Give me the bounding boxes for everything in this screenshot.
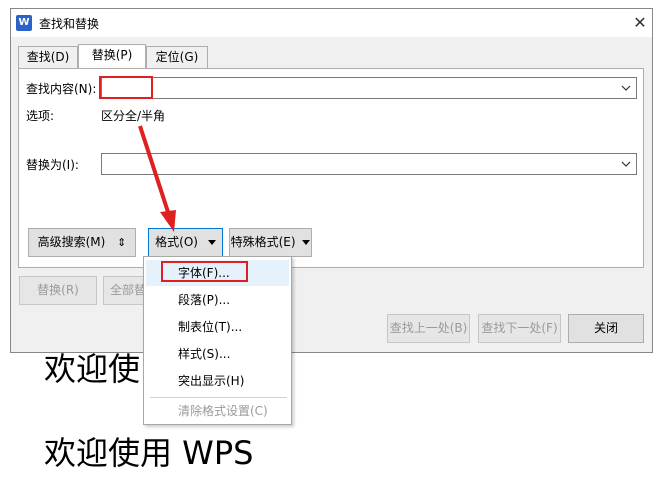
tab-replace[interactable]: 替换(P) (78, 44, 146, 68)
annotation-arrow-icon (138, 125, 176, 232)
